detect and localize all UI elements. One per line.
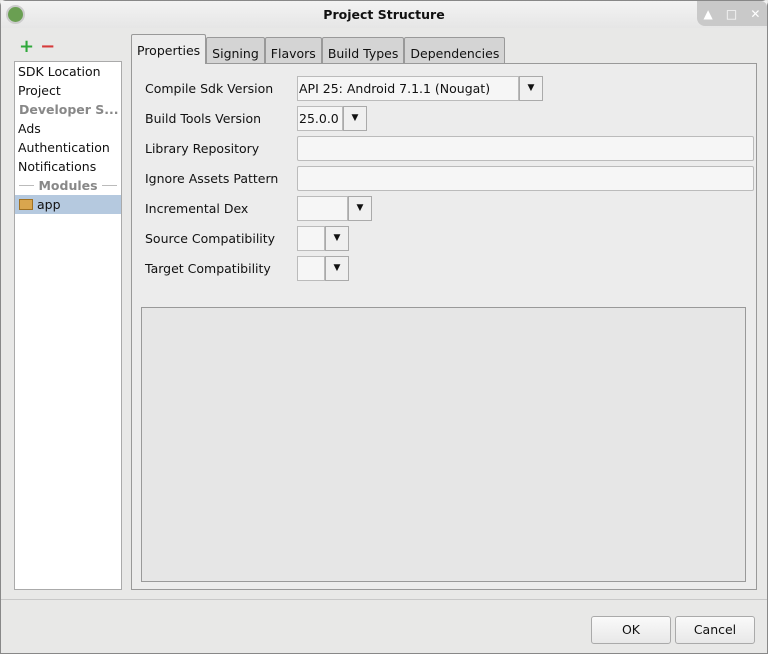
build-tools-select[interactable]: 25.0.0▼ xyxy=(297,106,367,131)
window-title: Project Structure xyxy=(1,7,767,22)
target-compat-value xyxy=(297,256,325,281)
developer-services-header: Developer S... xyxy=(15,100,121,119)
sidebar-item-authentication[interactable]: Authentication xyxy=(15,138,121,157)
sidebar-list: SDK Location Project Developer S... Ads … xyxy=(14,61,122,590)
ignore-assets-label: Ignore Assets Pattern xyxy=(145,171,285,186)
sidebar-item-app[interactable]: app xyxy=(15,195,121,214)
library-repository-label: Library Repository xyxy=(145,141,285,156)
shade-icon[interactable]: ▲ xyxy=(704,7,713,21)
tab-properties[interactable]: Properties xyxy=(131,34,206,64)
chevron-down-icon[interactable]: ▼ xyxy=(348,196,372,221)
modules-header: Modules xyxy=(15,176,121,195)
compile-sdk-label: Compile Sdk Version xyxy=(145,81,285,96)
library-repository-input[interactable] xyxy=(297,136,754,161)
tab-flavors[interactable]: Flavors xyxy=(265,37,322,66)
close-icon[interactable]: ✕ xyxy=(750,7,760,21)
sidebar-item-ads[interactable]: Ads xyxy=(15,119,121,138)
maximize-icon[interactable]: □ xyxy=(726,7,737,21)
dialog-window: Project Structure ▲ □ ✕ +− SDK Location Pr… xyxy=(0,0,768,654)
chevron-down-icon[interactable]: ▼ xyxy=(343,106,367,131)
properties-panel: Compile Sdk Version API 25: Android 7.1.… xyxy=(131,63,757,590)
incremental-dex-select[interactable]: ▼ xyxy=(297,196,372,221)
build-tools-label: Build Tools Version xyxy=(145,111,285,126)
title-bar: Project Structure ▲ □ ✕ xyxy=(1,1,767,28)
compile-sdk-select[interactable]: API 25: Android 7.1.1 (Nougat)▼ xyxy=(297,76,543,101)
remove-icon[interactable]: − xyxy=(40,36,55,57)
chevron-down-icon[interactable]: ▼ xyxy=(519,76,543,101)
tab-dependencies[interactable]: Dependencies xyxy=(404,37,505,66)
chevron-down-icon[interactable]: ▼ xyxy=(325,256,349,281)
cancel-button[interactable]: Cancel xyxy=(675,616,755,644)
incremental-dex-value xyxy=(297,196,348,221)
source-compat-value xyxy=(297,226,325,251)
module-label: app xyxy=(37,195,61,214)
sidebar-item-project[interactable]: Project xyxy=(15,81,121,100)
sidebar-item-sdk-location[interactable]: SDK Location xyxy=(15,62,121,81)
source-compat-select[interactable]: ▼ xyxy=(297,226,349,251)
tab-signing[interactable]: Signing xyxy=(206,37,265,66)
ok-button[interactable]: OK xyxy=(591,616,671,644)
sidebar-item-notifications[interactable]: Notifications xyxy=(15,157,121,176)
tab-build-types[interactable]: Build Types xyxy=(322,37,405,66)
modules-label: Modules xyxy=(38,178,97,193)
add-icon[interactable]: + xyxy=(19,36,34,57)
target-compat-label: Target Compatibility xyxy=(145,261,285,276)
target-compat-select[interactable]: ▼ xyxy=(297,256,349,281)
incremental-dex-label: Incremental Dex xyxy=(145,201,285,216)
divider xyxy=(1,599,767,600)
chevron-down-icon[interactable]: ▼ xyxy=(325,226,349,251)
module-folder-icon xyxy=(19,199,33,210)
compile-sdk-value: API 25: Android 7.1.1 (Nougat) xyxy=(297,76,519,101)
details-area xyxy=(141,307,746,582)
ignore-assets-input[interactable] xyxy=(297,166,754,191)
source-compat-label: Source Compatibility xyxy=(145,231,285,246)
build-tools-value: 25.0.0 xyxy=(297,106,343,131)
